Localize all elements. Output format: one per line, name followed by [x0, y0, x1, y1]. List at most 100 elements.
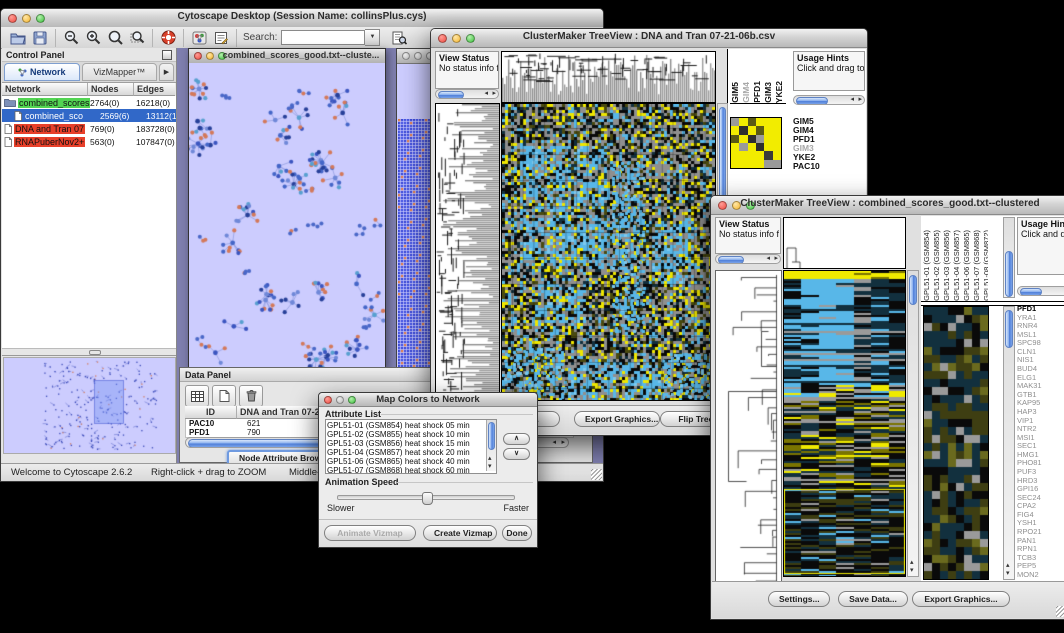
- heatmap-cell[interactable]: [748, 143, 756, 151]
- minimize-icon[interactable]: [414, 52, 422, 60]
- gene-label[interactable]: HMG1: [1017, 451, 1064, 460]
- heatmap-cell[interactable]: [773, 126, 781, 134]
- float-panel-icon[interactable]: [162, 50, 172, 60]
- heatmap-cell[interactable]: [773, 151, 781, 159]
- toolbar-advanced-search-icon[interactable]: [388, 28, 410, 48]
- tv1-column-dendrogram[interactable]: [501, 51, 716, 103]
- tv2-genes-v-scrollbar[interactable]: ▴▾: [1003, 306, 1015, 580]
- tv2-title-bar[interactable]: ClusterMaker TreeView : combined_scores_…: [711, 196, 1064, 215]
- heatmap-cell[interactable]: [773, 160, 781, 168]
- tv2-hints-scrollbar[interactable]: [1017, 286, 1064, 296]
- gene-label[interactable]: PHO81: [1017, 459, 1064, 468]
- column-label[interactable]: PAC10: [785, 76, 786, 103]
- toolbar-zoom-in-icon[interactable]: [82, 28, 104, 48]
- search-input[interactable]: [281, 30, 365, 45]
- heatmap-cell[interactable]: [731, 135, 739, 143]
- gene-label[interactable]: GTB1: [1017, 391, 1064, 400]
- gene-label[interactable]: HRD3: [1017, 477, 1064, 486]
- save-data-button[interactable]: Save Data...: [838, 591, 908, 607]
- gene-label[interactable]: SEC1: [1017, 442, 1064, 451]
- main-title-bar[interactable]: Cytoscape Desktop (Session Name: collins…: [1, 9, 603, 28]
- gene-label[interactable]: SPC98: [1017, 339, 1064, 348]
- toolbar-open-file-icon[interactable]: [7, 28, 29, 48]
- col-header-nodes[interactable]: Nodes: [88, 83, 134, 96]
- attribute-list-item[interactable]: GPL51-01 (GSM854) heat shock 05 min: [327, 421, 485, 430]
- tv1-zoom-heatmap[interactable]: [730, 117, 782, 169]
- id-column-header[interactable]: ID: [185, 406, 237, 419]
- heatmap-cell[interactable]: [731, 118, 739, 126]
- heatmap-cell[interactable]: [731, 151, 739, 159]
- gene-label[interactable]: YRA1: [1017, 314, 1064, 323]
- move-down-button[interactable]: ∨: [503, 448, 530, 460]
- heatmap-cell[interactable]: [756, 118, 764, 126]
- minimize-icon[interactable]: [206, 52, 214, 60]
- gene-label[interactable]: YSH1: [1017, 519, 1064, 528]
- network-view-canvas[interactable]: [189, 63, 385, 369]
- tv2-zoom-heatmap[interactable]: [923, 306, 989, 580]
- slider-thumb[interactable]: [422, 492, 433, 505]
- column-label[interactable]: GPL51-08 (GSM872): [982, 230, 988, 301]
- export-graphics-button[interactable]: Export Graphics...: [912, 591, 1010, 607]
- heatmap-cell[interactable]: [748, 126, 756, 134]
- tv2-global-heatmap[interactable]: [783, 270, 906, 577]
- gene-label[interactable]: ELG1: [1017, 374, 1064, 383]
- animation-speed-slider[interactable]: [337, 495, 515, 500]
- heatmap-cell[interactable]: [764, 135, 772, 143]
- heatmap-cell[interactable]: [756, 135, 764, 143]
- gene-label[interactable]: FIG4: [1017, 511, 1064, 520]
- column-label[interactable]: GIM3: [763, 82, 773, 103]
- heatmap-cell[interactable]: [731, 160, 739, 168]
- attribute-list-item[interactable]: GPL51-02 (GSM855) heat shock 10 min: [327, 430, 485, 439]
- gene-label[interactable]: VIP1: [1017, 417, 1064, 426]
- heatmap-cell[interactable]: [739, 151, 747, 159]
- gene-label[interactable]: MAK31: [1017, 382, 1064, 391]
- search-dropdown-button[interactable]: ▼: [365, 29, 380, 46]
- column-label[interactable]: GIM5: [730, 82, 740, 103]
- attribute-list-item[interactable]: GPL51-06 (GSM865) heat shock 40 min: [327, 457, 485, 466]
- attribute-listbox[interactable]: GPL51-01 (GSM854) heat shock 05 minGPL51…: [325, 419, 497, 474]
- col-header-network[interactable]: Network: [2, 83, 88, 96]
- resize-grip[interactable]: [591, 469, 602, 480]
- gene-label[interactable]: PEP5: [1017, 562, 1064, 571]
- column-label[interactable]: GPL51-03 (GSM856): [942, 230, 951, 301]
- gene-label[interactable]: GPI16: [1017, 485, 1064, 494]
- tv2-heatmap-v-scrollbar[interactable]: ▴▾: [907, 270, 919, 577]
- gene-label[interactable]: BUD4: [1017, 365, 1064, 374]
- heatmap-cell[interactable]: [748, 135, 756, 143]
- heatmap-cell[interactable]: [764, 126, 772, 134]
- heatmap-cell[interactable]: [764, 143, 772, 151]
- heatmap-cell[interactable]: [756, 143, 764, 151]
- done-button[interactable]: Done: [502, 525, 532, 541]
- tv1-row-dendrogram[interactable]: [435, 103, 500, 401]
- column-label[interactable]: GIM4: [741, 82, 751, 103]
- close-icon[interactable]: [194, 52, 202, 60]
- gene-label[interactable]: CPA2: [1017, 502, 1064, 511]
- toolbar-zoom-selected-icon[interactable]: [126, 28, 148, 48]
- heatmap-cell[interactable]: [764, 160, 772, 168]
- splitter-handle[interactable]: [89, 350, 101, 355]
- gene-label[interactable]: KAP95: [1017, 399, 1064, 408]
- gene-label[interactable]: MSI1: [1017, 434, 1064, 443]
- toolbar-help-icon[interactable]: [157, 28, 179, 48]
- select-attributes-icon[interactable]: [185, 385, 209, 407]
- heatmap-cell[interactable]: [748, 118, 756, 126]
- heatmap-cell[interactable]: [764, 151, 772, 159]
- heatmap-cell[interactable]: [773, 135, 781, 143]
- toolbar-zoom-out-icon[interactable]: [60, 28, 82, 48]
- gene-label[interactable]: NTR2: [1017, 425, 1064, 434]
- gene-label[interactable]: SEC24: [1017, 494, 1064, 503]
- heatmap-cell[interactable]: [748, 160, 756, 168]
- gene-label[interactable]: MSL1: [1017, 331, 1064, 340]
- heatmap-cell[interactable]: [739, 143, 747, 151]
- gene-label[interactable]: PAN1: [1017, 537, 1064, 546]
- toolbar-zoom-fit-icon[interactable]: [104, 28, 126, 48]
- gene-label[interactable]: TCB3: [1017, 554, 1064, 563]
- network-row[interactable]: combined_sco2569(6)13112(15): [2, 109, 176, 122]
- toolbar-save-session-icon[interactable]: [29, 28, 51, 48]
- heatmap-cell[interactable]: [739, 118, 747, 126]
- col-header-edges[interactable]: Edges: [134, 83, 175, 96]
- move-up-button[interactable]: ∧: [503, 433, 530, 445]
- tv1-status-scrollbar[interactable]: ◂▸: [435, 89, 499, 99]
- gene-label[interactable]: PFD1: [1017, 305, 1064, 314]
- column-label[interactable]: GPL51-01 (GSM854): [922, 230, 931, 301]
